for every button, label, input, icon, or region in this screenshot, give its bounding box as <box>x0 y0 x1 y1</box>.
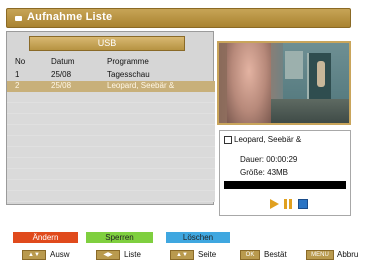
lock-button[interactable]: Sperren <box>86 232 153 243</box>
list-icon <box>15 16 22 21</box>
video-preview <box>217 41 351 125</box>
hint-list: Liste <box>124 250 141 259</box>
rename-button[interactable]: Ändern <box>13 232 78 243</box>
recording-duration: Dauer: 00:00:29 <box>240 155 298 164</box>
recording-size: Größe: 43MB <box>240 168 289 177</box>
list-header: No Datum Programme <box>7 56 215 68</box>
row-program: Leopard, Seebär & <box>107 81 175 90</box>
recording-name: Leopard, Seebär & <box>234 135 302 144</box>
row-no: 2 <box>15 81 20 90</box>
page-key-icon: ▲▼ <box>170 250 194 260</box>
left-right-key-icon: ◀▶ <box>96 250 120 260</box>
menu-key-icon: MENU <box>306 250 334 260</box>
list-item[interactable]: 1 25/08 Tagesschau <box>7 70 215 81</box>
key-hints-bar: ▲▼ Ausw ◀▶ Liste ▲▼ Seite OK Bestät MENU… <box>0 249 367 262</box>
header-bar: Aufnahme Liste <box>6 8 351 28</box>
hint-page: Seite <box>198 250 217 259</box>
column-date: Datum <box>51 57 75 66</box>
row-program: Tagesschau <box>107 70 150 79</box>
hint-cancel: Abbru <box>337 250 359 259</box>
recording-list-panel: USB No Datum Programme 1 25/08 Tagesscha… <box>6 31 215 205</box>
recording-icon <box>224 136 232 144</box>
pause-icon[interactable] <box>284 199 294 209</box>
stop-icon[interactable] <box>298 199 308 209</box>
recording-rows: 1 25/08 Tagesschau 2 25/08 Leopard, Seeb… <box>7 70 215 92</box>
up-down-key-icon: ▲▼ <box>22 250 46 260</box>
list-item-selected[interactable]: 2 25/08 Leopard, Seebär & <box>7 81 215 92</box>
empty-list-area <box>7 92 215 205</box>
delete-button[interactable]: Löschen <box>166 232 230 243</box>
hint-select: Ausw <box>50 250 70 259</box>
playback-progress-bar <box>224 181 346 189</box>
row-date: 25/08 <box>51 81 72 90</box>
row-date: 25/08 <box>51 70 72 79</box>
play-icon[interactable] <box>270 199 279 209</box>
column-program: Programme <box>107 57 149 66</box>
preview-image <box>219 43 349 123</box>
hint-confirm: Bestät <box>264 250 287 259</box>
column-no: No <box>15 57 26 66</box>
ok-key-icon: OK <box>240 250 260 260</box>
row-no: 1 <box>15 70 20 79</box>
device-selector[interactable]: USB <box>29 36 185 51</box>
recording-list-screen: Aufnahme Liste USB No Datum Programme 1 … <box>0 0 367 267</box>
page-title: Aufnahme Liste <box>27 11 113 23</box>
recording-info-panel: Leopard, Seebär & Dauer: 00:00:29 Größe:… <box>219 130 351 216</box>
